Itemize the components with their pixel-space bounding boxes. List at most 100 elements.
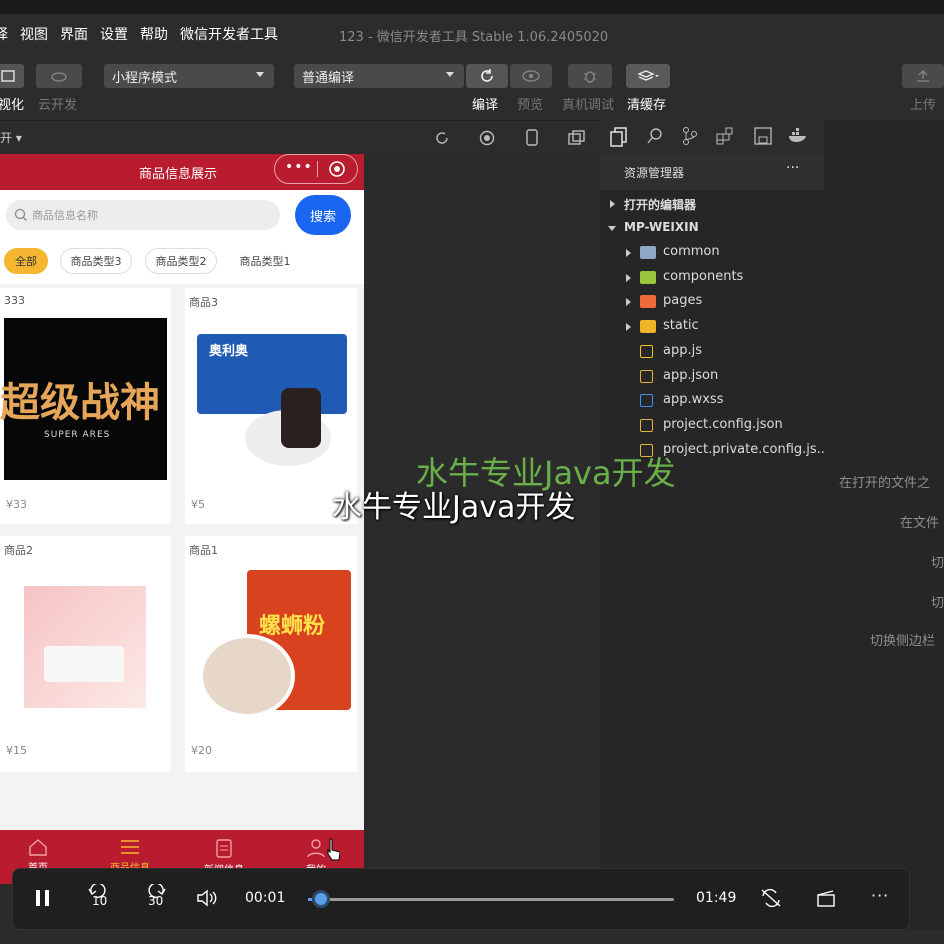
compile-select[interactable]: 普通编译 (294, 64, 464, 88)
more-dots-icon[interactable]: ••• (285, 159, 313, 175)
menu-item-settings[interactable]: 设置 (100, 24, 128, 44)
compile-button[interactable] (466, 64, 508, 88)
skip-forward-button[interactable]: 30 (144, 884, 166, 910)
project-section[interactable]: MP-WEIXIN (600, 216, 824, 240)
file-item[interactable]: project.config.json (600, 414, 824, 438)
skip-back-seconds: 10 (92, 894, 108, 908)
refresh-icon (481, 69, 493, 82)
product-price: ¥20 (191, 744, 212, 757)
cloud-dev-button[interactable] (36, 64, 82, 88)
cloud-dev-label: 云开发 (38, 98, 78, 113)
chip-type3[interactable]: 商品类型3 (60, 248, 132, 274)
save-icon[interactable] (754, 127, 772, 145)
file-name: project.config.json (663, 416, 783, 432)
rotate-icon[interactable] (434, 130, 450, 146)
search-button[interactable]: 搜索 (295, 195, 351, 235)
open-editors-section[interactable]: 打开的编辑器 (600, 192, 824, 216)
hint-switch-2: 切 (931, 596, 944, 611)
more-options-icon[interactable]: ··· (871, 886, 889, 905)
noodle-label: 螺蛳粉 (259, 614, 326, 639)
hand-cursor-icon (327, 838, 340, 861)
progress-thumb[interactable] (311, 890, 330, 908)
compile-label: 编译 (472, 98, 499, 113)
list-icon (121, 840, 139, 854)
product-card[interactable]: 商品2 ¥15 (0, 536, 171, 772)
folder-item[interactable]: pages (600, 290, 824, 314)
window-top-strip (0, 0, 944, 14)
chevron-down-icon (608, 226, 616, 231)
visualize-label: 视化 (0, 98, 25, 113)
volume-icon[interactable] (196, 889, 218, 907)
current-time: 00:01 (245, 890, 286, 906)
file-item[interactable]: app.wxss (600, 389, 824, 413)
folder-item[interactable]: static (600, 315, 824, 339)
product-image (24, 586, 146, 708)
clear-cache-button[interactable] (626, 64, 670, 88)
menu-item-build[interactable]: 择 (0, 24, 8, 44)
menu-item-interface[interactable]: 界面 (60, 24, 88, 44)
folder-components-icon (640, 270, 656, 284)
product-card[interactable]: 商品1 螺蛳粉 ¥20 (185, 536, 357, 772)
search-input[interactable]: 商品信息名称 (6, 200, 280, 230)
more-actions-icon[interactable]: ··· (786, 160, 799, 176)
mode-select-value: 小程序模式 (112, 70, 178, 86)
simulator-options[interactable]: 开 ▾ (0, 129, 22, 146)
mini-program-capsule[interactable]: ••• (274, 154, 358, 184)
progress-track[interactable] (320, 898, 674, 901)
file-name: app.json (663, 367, 719, 383)
search-placeholder: 商品信息名称 (32, 209, 98, 222)
oreo-label: 奥利奥 (209, 344, 249, 359)
preview-button[interactable] (510, 64, 552, 88)
file-name: app.wxss (663, 392, 724, 408)
visualize-button[interactable] (0, 64, 24, 88)
explorer-title: 资源管理器 (624, 166, 685, 180)
search-icon[interactable] (646, 127, 664, 145)
menu-item-devtools[interactable]: 微信开发者工具 (180, 24, 278, 44)
source-control-icon[interactable] (682, 126, 698, 146)
chip-type1[interactable]: 商品类型1 (229, 248, 301, 274)
detach-window-icon[interactable] (568, 130, 586, 146)
file-item[interactable]: app.js (600, 340, 824, 364)
bottom-strip (0, 930, 944, 944)
device-debug-button[interactable] (568, 64, 612, 88)
phone-icon[interactable] (526, 129, 538, 147)
docker-icon[interactable] (788, 127, 808, 143)
file-item[interactable]: app.json (600, 365, 824, 389)
loop-off-icon[interactable] (760, 888, 782, 908)
product-card[interactable]: 333 超级战神 SUPER ARES ¥33 (0, 288, 171, 524)
upload-icon (917, 70, 929, 82)
json-file-icon (640, 418, 653, 432)
folder-icon (640, 246, 656, 259)
pause-icon[interactable] (34, 889, 52, 907)
eye-icon (522, 70, 540, 82)
hint-in-file: 在文件 (900, 516, 940, 531)
search-icon (14, 208, 27, 221)
upload-button[interactable] (902, 64, 944, 88)
preview-label: 预览 (517, 98, 544, 113)
file-explorer: 资源管理器 ··· 打开的编辑器 MP-WEIXIN common compone… (600, 154, 829, 944)
clapperboard-icon[interactable] (816, 889, 836, 907)
files-icon[interactable] (610, 127, 628, 147)
menu-item-view[interactable]: 视图 (20, 24, 48, 44)
layers-icon (637, 70, 659, 81)
capsule-divider (317, 161, 318, 177)
stop-icon[interactable] (479, 130, 495, 146)
window-icon (1, 70, 15, 82)
product-name: 333 (4, 294, 25, 307)
explorer-header: 资源管理器 ··· (600, 154, 824, 190)
total-time: 01:49 (696, 890, 737, 906)
product-price: ¥33 (6, 498, 27, 511)
skip-back-button[interactable]: 10 (88, 884, 110, 910)
chip-all[interactable]: 全部 (4, 248, 48, 274)
product-name: 商品3 (189, 296, 218, 309)
close-circle-icon[interactable] (328, 160, 346, 178)
menu-item-help[interactable]: 帮助 (140, 24, 168, 44)
folder-item[interactable]: components (600, 266, 824, 290)
extensions-icon[interactable] (716, 127, 734, 145)
mode-select[interactable]: 小程序模式 (104, 64, 274, 88)
chip-type2[interactable]: 商品类型2 (145, 248, 217, 274)
project-label: MP-WEIXIN (624, 220, 699, 234)
noodle-bowl (199, 634, 295, 718)
chevron-right-icon (626, 249, 631, 257)
folder-item[interactable]: common (600, 241, 824, 265)
